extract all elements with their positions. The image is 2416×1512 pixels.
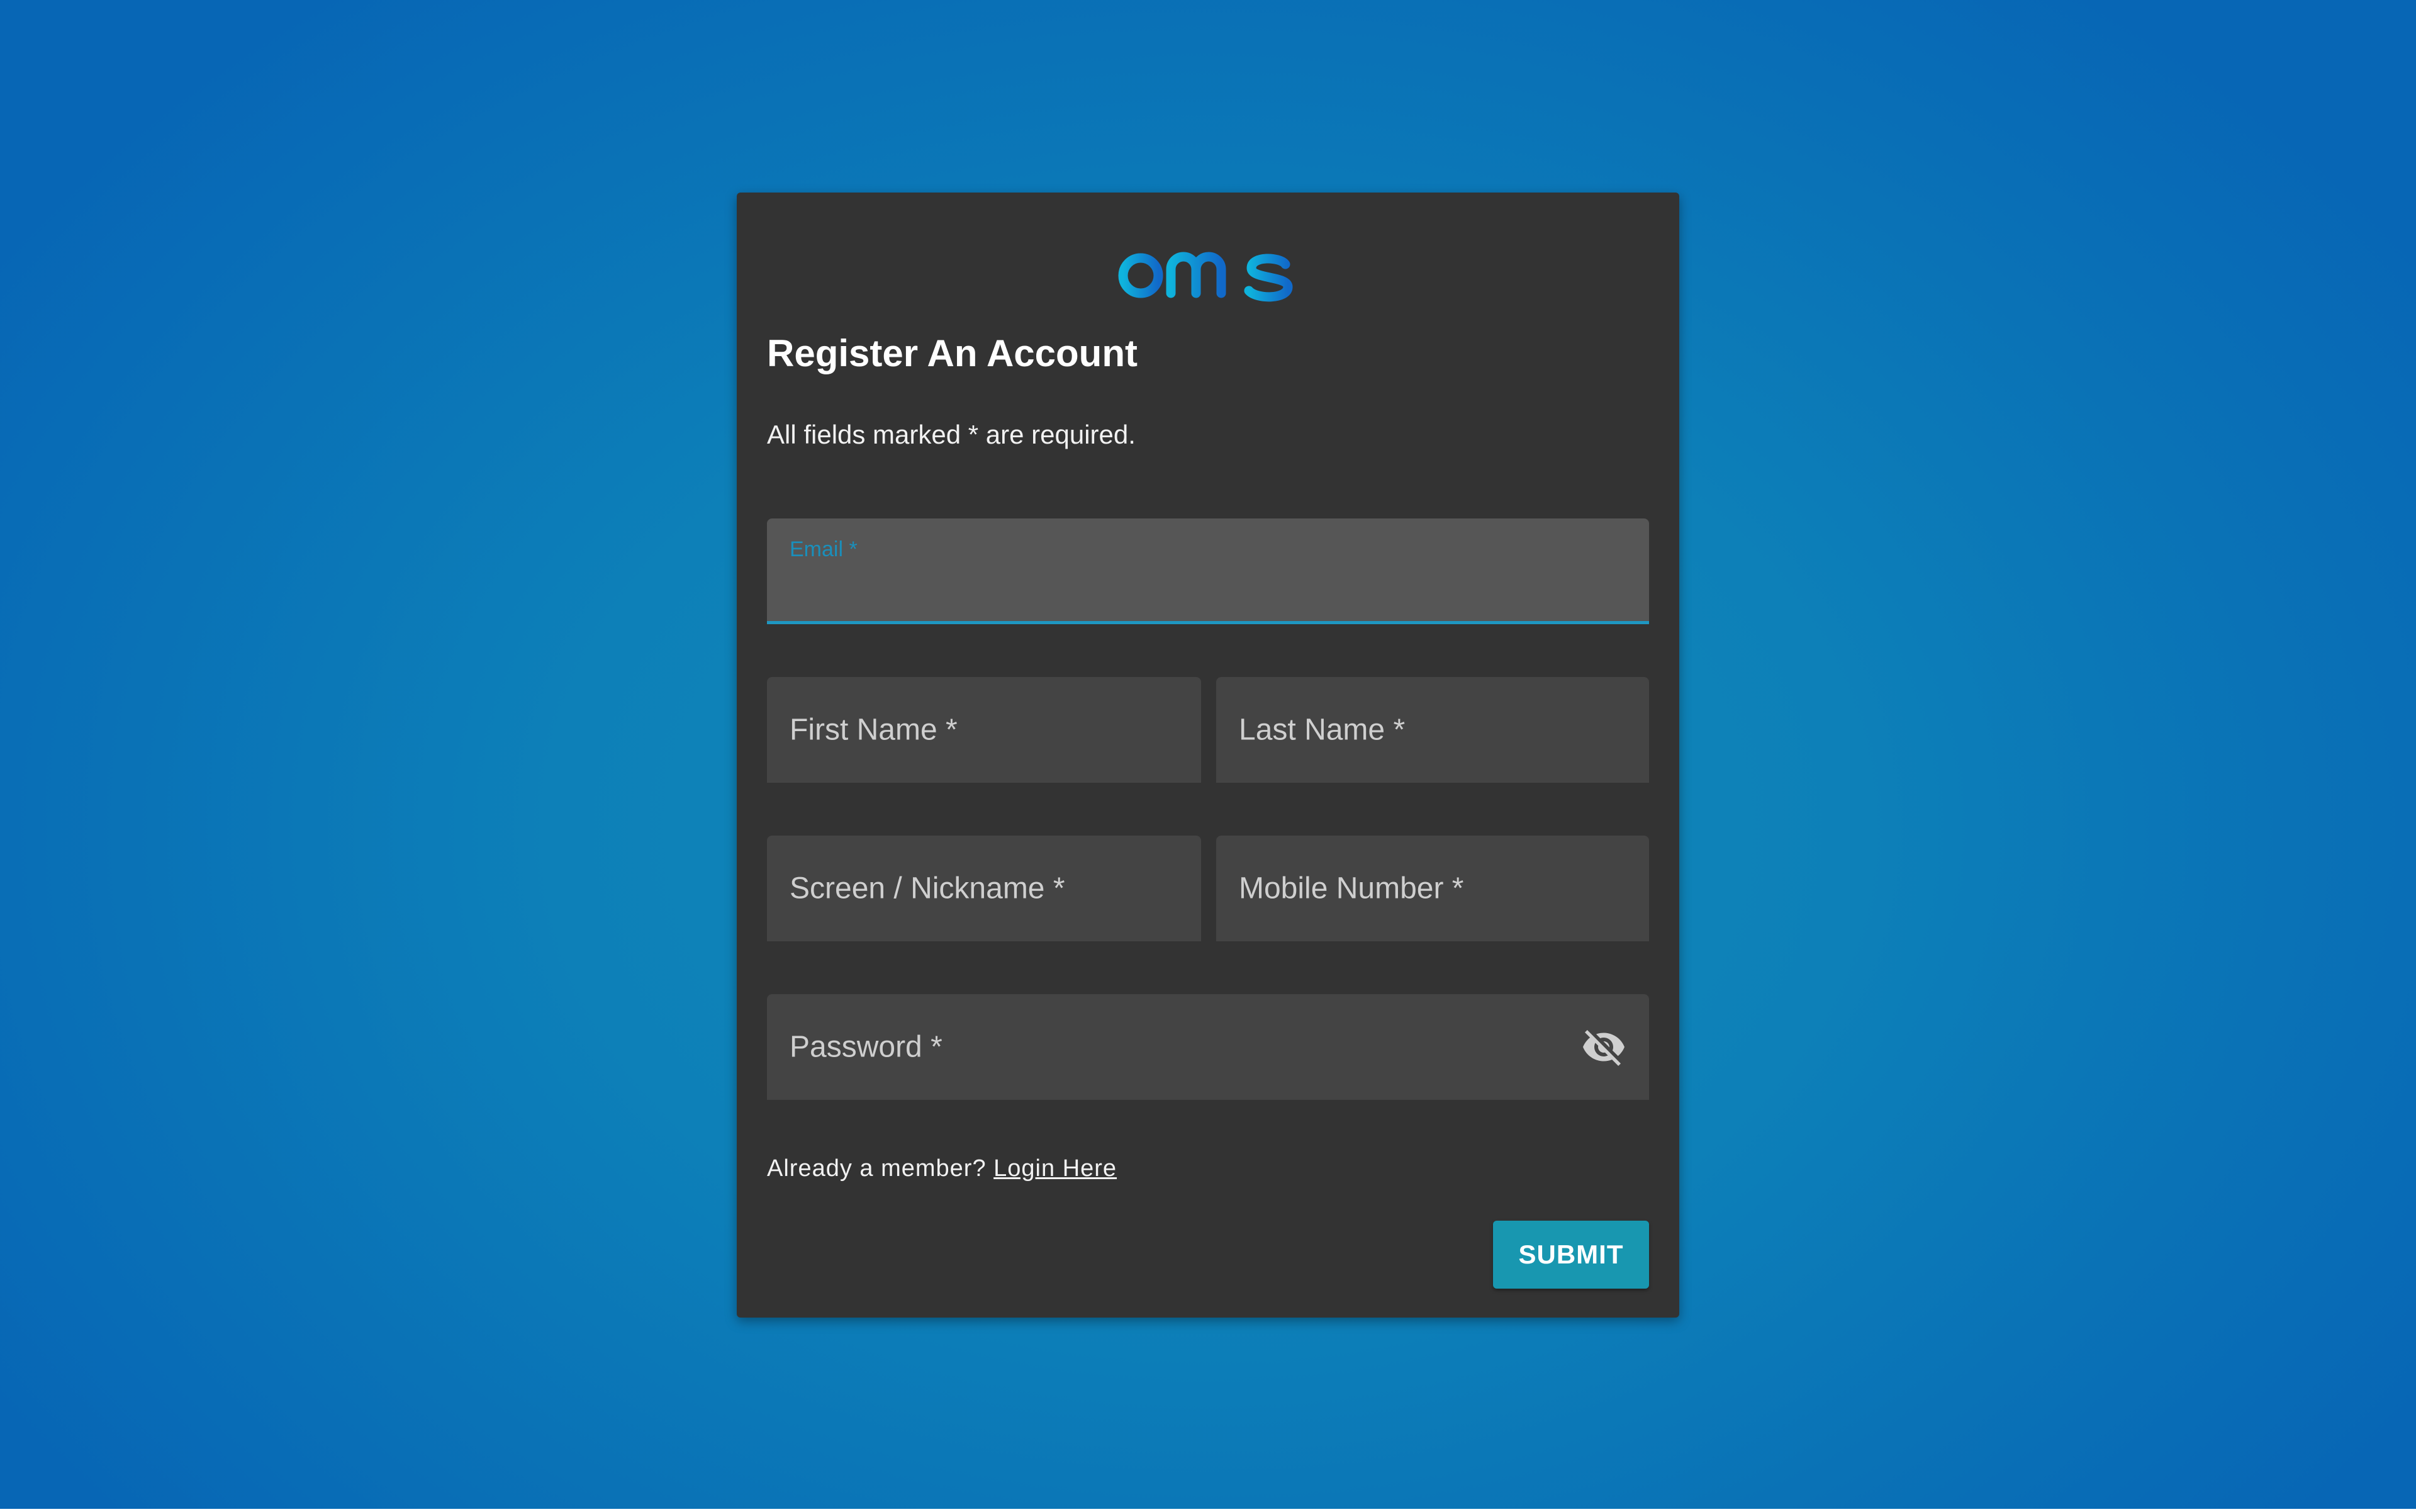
mobile-number-label: Mobile Number * xyxy=(1239,871,1464,905)
page-title: Register An Account xyxy=(767,332,1138,374)
email-field[interactable]: Email * xyxy=(767,518,1649,624)
nickname-label: Screen / Nickname * xyxy=(790,871,1065,905)
last-name-label: Last Name * xyxy=(1239,713,1406,747)
submit-button[interactable]: SUBMIT xyxy=(1493,1221,1649,1289)
member-prompt-text: Already a member? xyxy=(767,1155,987,1182)
required-note: All fields marked * are required. xyxy=(767,420,1136,449)
first-name-field[interactable]: First Name * xyxy=(767,677,1201,783)
login-link[interactable]: Login Here xyxy=(993,1155,1117,1182)
bottom-strip xyxy=(0,1509,2416,1512)
last-name-field[interactable]: Last Name * xyxy=(1216,677,1649,783)
email-label: Email * xyxy=(790,537,858,561)
email-input[interactable] xyxy=(790,568,1626,610)
bms-logo xyxy=(1118,223,1293,302)
member-prompt: Already a member? Login Here xyxy=(767,1155,1117,1182)
register-card: Register An Account All fields marked * … xyxy=(737,193,1679,1318)
first-name-label: First Name * xyxy=(790,713,958,747)
mobile-number-field[interactable]: Mobile Number * xyxy=(1216,836,1649,941)
nickname-field[interactable]: Screen / Nickname * xyxy=(767,836,1201,941)
password-field[interactable]: Password * xyxy=(767,994,1649,1100)
password-label: Password * xyxy=(790,1030,942,1064)
eye-off-icon[interactable] xyxy=(1581,1024,1626,1070)
